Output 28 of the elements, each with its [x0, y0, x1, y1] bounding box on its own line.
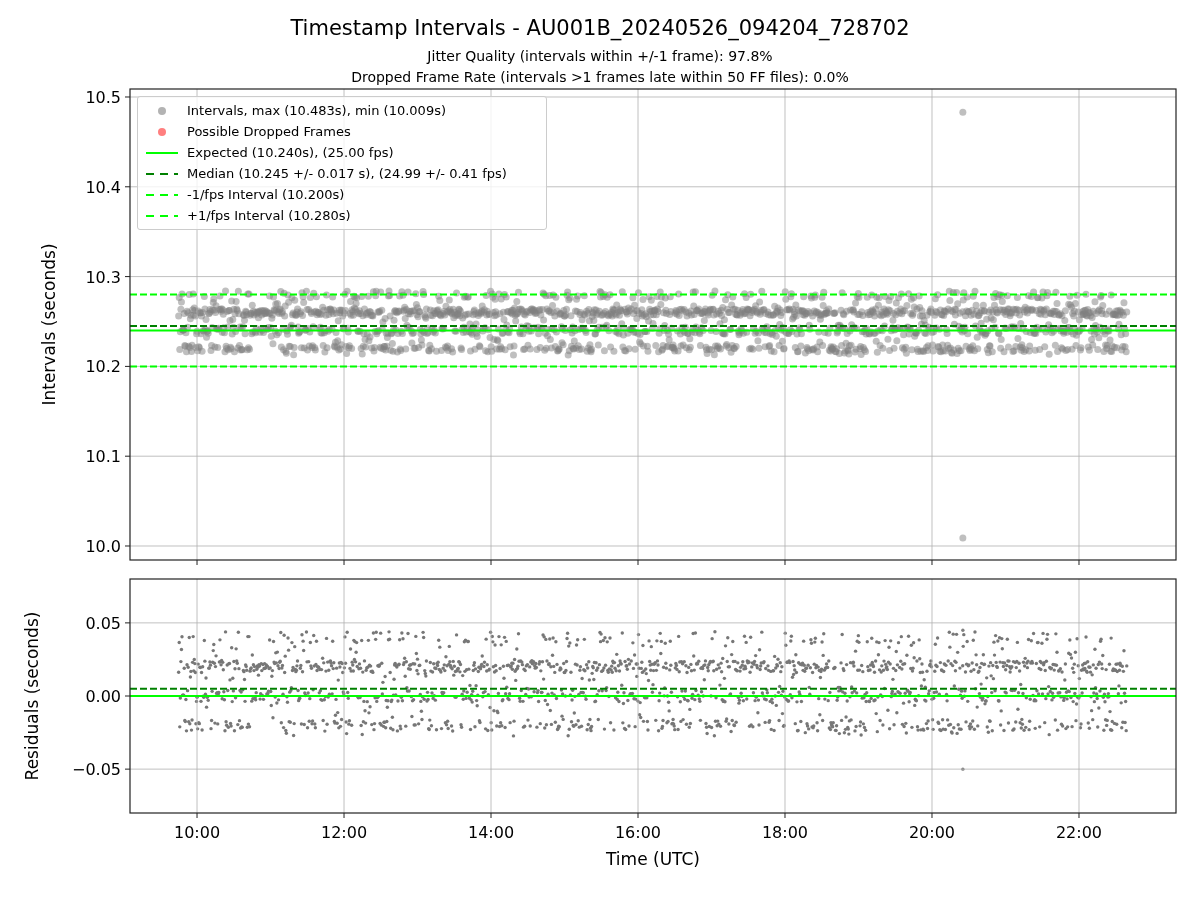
chart-title: Timestamp Intervals - AU001B_20240526_094204_728702 [290, 16, 910, 40]
axis-title: Time (UTC) [606, 849, 700, 869]
tick-label: 10.1 [85, 447, 121, 467]
legend-label: -1/fps Interval (10.200s) [187, 185, 345, 204]
tick-label: 10.5 [85, 88, 121, 107]
tick-label: 10.0 [85, 537, 121, 556]
tick-label: 10.3 [85, 267, 121, 287]
tick-label: 10.4 [85, 177, 121, 197]
tick-label: 0.05 [85, 613, 121, 633]
legend-label: Possible Dropped Frames [187, 122, 351, 141]
tick-label: 10:00 [173, 823, 221, 842]
legend-label: Intervals, max (10.483s), min (10.009s) [187, 101, 446, 120]
axis-title: Residuals (seconds) [22, 611, 42, 781]
legend-label: Expected (10.240s), (25.00 fps) [187, 143, 394, 162]
tick-label: 18:00 [761, 823, 809, 842]
axis-title: Intervals (seconds) [39, 243, 59, 406]
tick-label: 0.00 [85, 687, 121, 706]
tick-label: 20:00 [908, 823, 956, 842]
legend-label: +1/fps Interval (10.280s) [187, 206, 351, 225]
tick-label: −0.05 [71, 760, 121, 780]
tick-label: 12:00 [320, 823, 368, 842]
tick-label: 16:00 [614, 823, 662, 842]
tick-label: 22:00 [1055, 823, 1103, 842]
tick-label: 10.2 [85, 357, 121, 377]
chart-subtitle: Jitter Quality (intervals within +/-1 frame): 97.8% [427, 47, 773, 66]
tick-label: 14:00 [467, 823, 515, 842]
legend-label: Median (10.245 +/- 0.017 s), (24.99 +/- 0.41 fps) [187, 164, 507, 183]
chart-subtitle: Dropped Frame Rate (intervals >1 frames late within 50 FF files): 0.0% [351, 68, 849, 87]
